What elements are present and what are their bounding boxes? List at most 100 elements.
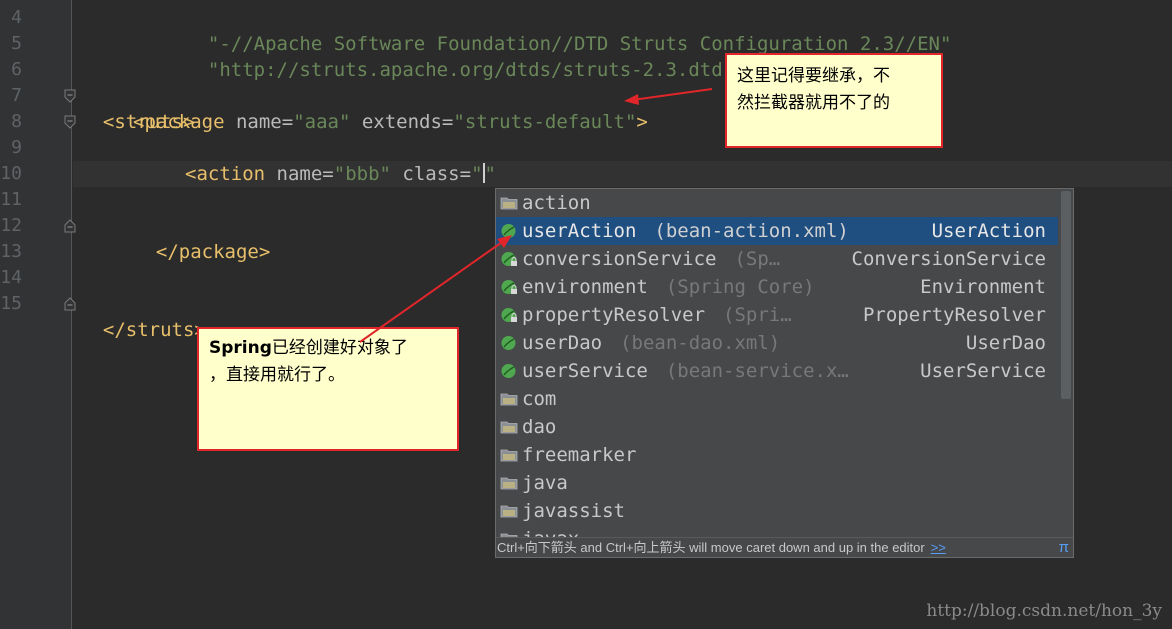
completion-item[interactable]: userAction (bean-action.xml) UserAction [496, 217, 1058, 245]
completion-item[interactable]: dao [496, 413, 1058, 441]
code-line-4[interactable]: "-//Apache Software Foundation//DTD Stru… [185, 5, 952, 55]
completion-item-name: userService [522, 360, 648, 382]
folder-icon [500, 474, 518, 492]
annotation-note-extends: 这里记得要继承，不 然拦截器就用不了的 [725, 53, 943, 148]
attr-class: class [402, 163, 460, 185]
attr-quote-open: " [471, 163, 483, 185]
completion-item-source: (bean-dao.xml) [620, 332, 781, 354]
tag-close-bracket: > [636, 111, 648, 133]
completion-item[interactable]: environment (Spring Core) Environment [496, 273, 1058, 301]
watermark-url: http://blog.csdn.net/hon_3y [926, 601, 1162, 621]
attr-equals: = [459, 163, 472, 185]
completion-item[interactable]: javassist [496, 497, 1058, 525]
arrow-to-extends [624, 88, 713, 105]
line-number: 5 [11, 33, 22, 54]
attr-quote-close: " [484, 163, 496, 185]
completion-item-name: propertyResolver [522, 304, 706, 326]
completion-item-name: userDao [522, 332, 603, 354]
footer-more-link[interactable]: >> [931, 540, 946, 555]
code-line-10[interactable]: <action name="bbb" class=" " [185, 161, 496, 187]
line-number: 8 [11, 111, 22, 132]
fold-close-icon[interactable] [64, 219, 76, 233]
spring-bean-icon [500, 362, 518, 380]
fold-open-icon[interactable] [64, 115, 76, 129]
code-line-12[interactable]: </package> [133, 213, 270, 263]
completion-item[interactable]: freemarker [496, 441, 1058, 469]
completion-item-type: ConversionService [851, 248, 1046, 270]
code-line-5[interactable]: "http://struts.apache.org/dtds/struts-2.… [185, 31, 746, 81]
scrollbar-thumb[interactable] [1061, 191, 1071, 399]
line-number-gutter: 4 5 6 7 8 9 10 11 12 13 14 15 [0, 0, 72, 629]
struts-close-tag: </struts> [102, 319, 206, 341]
completion-item[interactable]: userDao (bean-dao.xml) UserDao [496, 329, 1058, 357]
folder-icon [500, 446, 518, 464]
line-number: 13 [0, 241, 22, 262]
code-line-15[interactable]: </struts> [80, 291, 206, 341]
completion-item[interactable]: java [496, 469, 1058, 497]
completion-item-source: (Sp… [734, 248, 781, 270]
line-number: 9 [11, 137, 22, 158]
line-number: 14 [0, 267, 22, 288]
completion-item-source: (bean-action.xml) [654, 220, 849, 242]
line-number: 4 [11, 7, 22, 28]
completion-item[interactable]: conversionService (Sp… ConversionService [496, 245, 1058, 273]
completion-item-name: environment [522, 276, 648, 298]
completion-item-source: (Spring Core) [665, 276, 815, 298]
spring-bean-locked-icon [500, 306, 518, 324]
action-open-tag: <action [185, 163, 266, 185]
attr-value: "bbb" [333, 163, 391, 185]
attr-value: "aaa" [293, 111, 351, 133]
completion-item-name: conversionService [522, 248, 717, 270]
line-number: 10 [0, 163, 22, 184]
annotation-note-spring: Spring已经创建好对象了 ，直接用就行了。 [197, 327, 459, 451]
code-line-7[interactable]: <struts> [80, 83, 195, 133]
code-line-8[interactable]: <package name="aaa" extends="struts-defa… [133, 109, 648, 135]
completion-item-name: com [522, 388, 557, 410]
completion-item-name: freemarker [522, 444, 637, 466]
completion-item-name: java [522, 472, 568, 494]
completion-item-type: UserAction [931, 220, 1046, 242]
completion-item-name: action [522, 192, 591, 214]
completion-footer: Ctrl+向下箭头 and Ctrl+向上箭头 will move caret … [496, 537, 1073, 557]
completion-item[interactable]: userService (bean-service.x… UserService [496, 357, 1058, 385]
attr-equals: = [441, 111, 454, 133]
completion-item-source: (bean-service.x… [665, 360, 849, 382]
completion-item-name: userAction [522, 220, 637, 242]
line-number: 11 [0, 189, 22, 210]
doctype-system-id: "http://struts.apache.org/dtds/struts-2.… [207, 59, 746, 81]
folder-icon [500, 418, 518, 436]
line-number: 6 [11, 59, 22, 80]
attr-name: name [235, 111, 282, 133]
completion-item-source: (Spri… [723, 304, 792, 326]
completion-item-name: dao [522, 416, 557, 438]
package-open-tag: <package [133, 111, 225, 133]
fold-open-icon[interactable] [64, 89, 76, 103]
completion-item[interactable]: com [496, 385, 1058, 413]
spring-bean-locked-icon [500, 278, 518, 296]
attr-name: name [276, 163, 323, 185]
spring-bean-locked-icon [500, 250, 518, 268]
attr-equals: = [322, 163, 334, 185]
spring-bean-icon [500, 222, 518, 240]
completion-item[interactable]: propertyResolver (Spri… PropertyResolver [496, 301, 1058, 329]
footer-hint-text: Ctrl+向下箭头 and Ctrl+向上箭头 will move caret … [497, 540, 925, 555]
line-number: 7 [11, 85, 22, 106]
fold-close-icon[interactable] [64, 297, 76, 311]
completion-scrollbar[interactable] [1059, 189, 1073, 539]
spring-bean-icon [500, 334, 518, 352]
completion-item-type: PropertyResolver [862, 304, 1046, 326]
attr-extends: extends [361, 111, 442, 133]
completion-item-type: Environment [920, 276, 1046, 298]
completion-item-type: UserService [920, 360, 1046, 382]
line-number: 12 [0, 215, 22, 236]
attr-extends-value: "struts-default" [453, 111, 637, 133]
completion-item-type: UserDao [965, 332, 1046, 354]
code-completion-popup[interactable]: action userAction (bean-action.xml) UserAct… [495, 188, 1074, 558]
folder-icon [500, 502, 518, 520]
pi-icon[interactable]: π [1059, 538, 1069, 557]
folder-icon [500, 390, 518, 408]
completion-list[interactable]: action userAction (bean-action.xml) UserAct… [496, 189, 1058, 539]
line-number: 15 [0, 293, 22, 314]
package-close-tag: </package> [155, 241, 271, 263]
completion-item[interactable]: action [496, 189, 1058, 217]
